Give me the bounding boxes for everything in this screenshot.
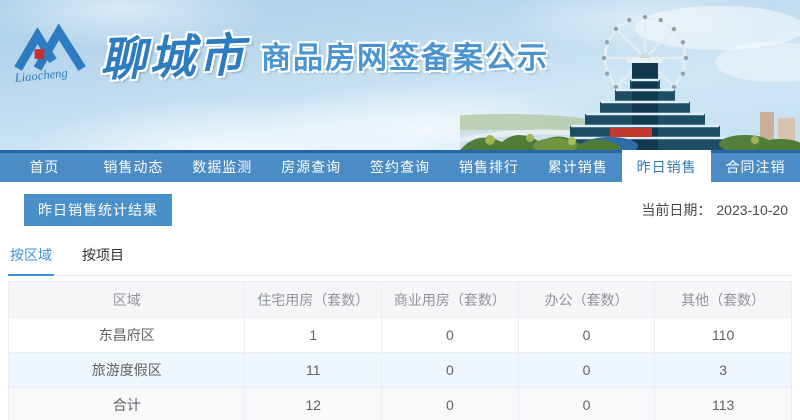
column-header: 办公（套数） (517, 281, 656, 318)
red-sign (610, 128, 652, 137)
table-row: 合计 12 0 0 113 (7, 387, 792, 420)
region-cell: 合计 (7, 387, 246, 420)
nav-item-2[interactable]: 数据监测 (178, 153, 267, 182)
logo-city-name: 聊城市 (99, 27, 248, 87)
value-cell: 0 (517, 317, 656, 353)
value-cell: 0 (381, 387, 519, 420)
brand-block[interactable]: Liaocheng 聊城市 商品房网签备案公示 (14, 24, 549, 87)
nav-item-7[interactable]: 昨日销售 (622, 153, 712, 182)
value-cell: 110 (654, 317, 792, 353)
value-cell: 113 (654, 387, 792, 420)
value-cell: 0 (381, 352, 519, 388)
logo-mountain-icon: Liaocheng (14, 24, 86, 85)
region-cell: 东昌府区 (7, 317, 246, 353)
nav-item-5[interactable]: 销售排行 (444, 153, 533, 182)
tab-by-project[interactable]: 按项目 (80, 241, 126, 275)
table-row: 旅游度假区 11 0 0 3 (7, 352, 792, 388)
meta-row: 昨日销售统计结果 当前日期： 2023-10-20 (24, 194, 788, 226)
nav-item-1[interactable]: 销售动态 (89, 153, 178, 182)
current-date-value: 2023-10-20 (716, 202, 788, 218)
value-cell: 0 (381, 317, 519, 353)
nav-item-6[interactable]: 累计销售 (533, 153, 622, 182)
stats-table: 区域 住宅用房（套数） 商业用房（套数） 办公（套数） 其他（套数） 东昌府区 1 0 0 11… (7, 281, 792, 420)
nav-item-8[interactable]: 合同注销 (711, 153, 800, 182)
current-date-label: 当前日期： (641, 202, 712, 218)
column-header: 其他（套数） (654, 281, 792, 318)
nav-item-3[interactable]: 房源查询 (267, 153, 356, 182)
column-header: 住宅用房（套数） (244, 281, 383, 318)
value-cell: 0 (517, 352, 656, 388)
column-header: 区域 (7, 281, 246, 318)
nav-item-4[interactable]: 签约查询 (356, 153, 445, 182)
table-row: 东昌府区 1 0 0 110 (7, 317, 792, 353)
column-header: 商业用房（套数） (381, 281, 519, 318)
site-header: Liaocheng 聊城市 商品房网签备案公示 (0, 0, 800, 150)
value-cell: 0 (517, 387, 656, 420)
value-cell: 3 (654, 352, 792, 388)
value-cell: 1 (244, 317, 383, 353)
view-tabs: 按区域 按项目 (8, 241, 792, 276)
section-title-badge: 昨日销售统计结果 (24, 194, 172, 226)
value-cell: 12 (244, 387, 383, 420)
nav-item-0[interactable]: 首页 (0, 153, 89, 182)
stepped-building (555, 58, 735, 150)
value-cell: 11 (244, 352, 383, 388)
tab-by-region[interactable]: 按区域 (8, 241, 54, 276)
region-cell: 旅游度假区 (7, 352, 246, 388)
table-header-row: 区域 住宅用房（套数） 商业用房（套数） 办公（套数） 其他（套数） (7, 281, 792, 318)
site-title: 商品房网签备案公示 (261, 42, 549, 75)
main-nav: 首页 销售动态 数据监测 房源查询 签约查询 销售排行 累计销售 昨日销售 合同注销 (0, 150, 800, 182)
current-date: 当前日期： 2023-10-20 (641, 200, 788, 220)
table-body: 东昌府区 1 0 0 110 旅游度假区 11 0 0 3 合计 12 0 0 113 (7, 317, 792, 420)
